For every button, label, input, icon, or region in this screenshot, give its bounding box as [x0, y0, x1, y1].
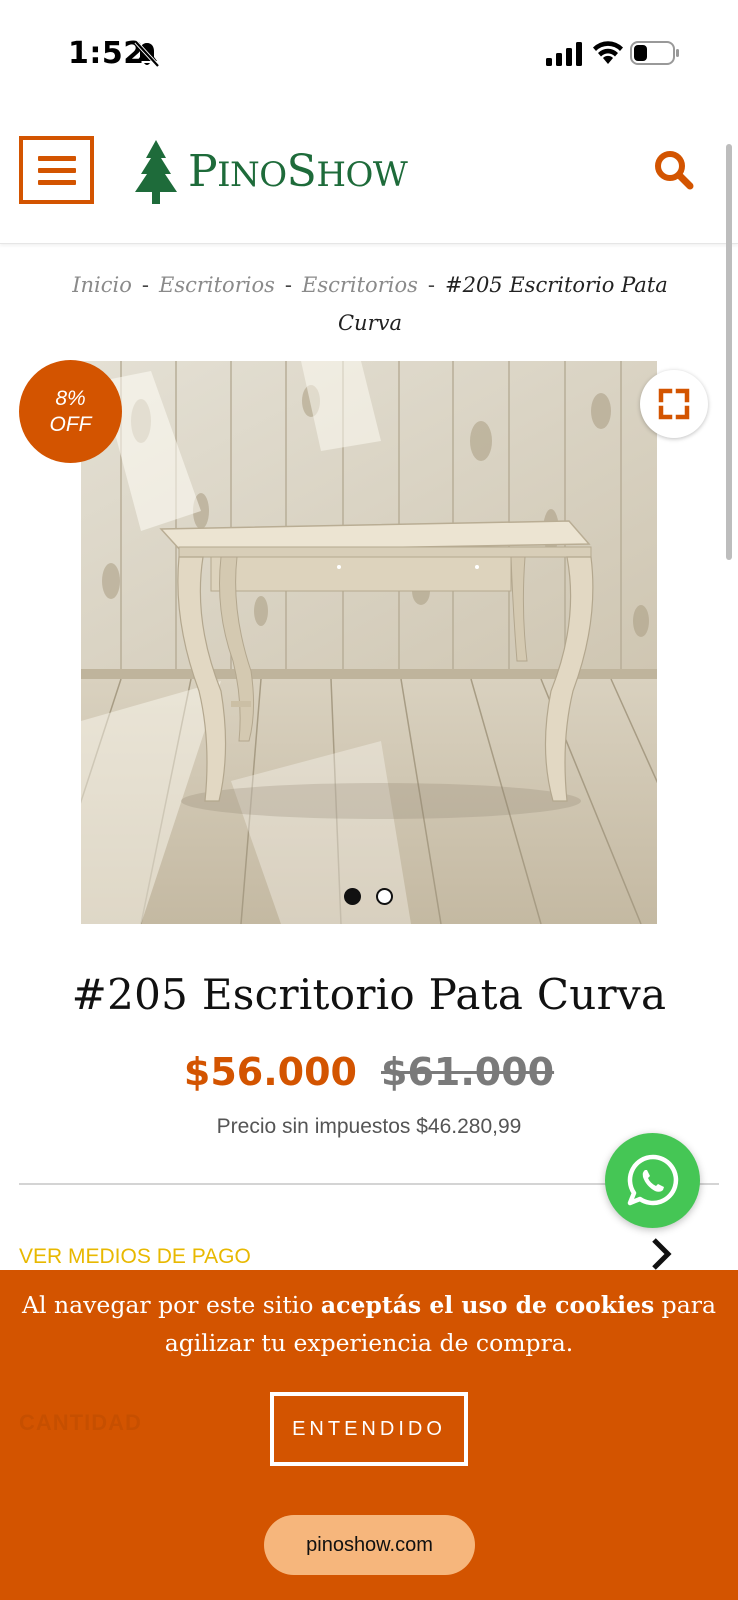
- menu-icon-bar: [37, 179, 76, 185]
- discount-percent: 8%: [55, 386, 86, 410]
- price-current: $56.000: [183, 1050, 357, 1094]
- breadcrumb-separator: -: [427, 273, 435, 297]
- breadcrumb-item-inicio[interactable]: Inicio: [72, 273, 132, 297]
- accept-cookies-button[interactable]: ENTENDIDO: [270, 1392, 468, 1466]
- pine-tree-icon: [135, 140, 177, 204]
- breadcrumb-item-escritorios[interactable]: Escritorios: [159, 273, 275, 297]
- carousel-dot-2[interactable]: [376, 888, 393, 905]
- breadcrumb: Inicio - Escritorios - Escritorios - #205 Escr…: [40, 266, 700, 342]
- whatsapp-icon: [627, 1154, 678, 1205]
- breadcrumb-separator: -: [284, 273, 292, 297]
- payment-methods-link[interactable]: VER MEDIOS DE PAGO: [19, 1245, 251, 1269]
- site-header: PINOSHOW: [0, 120, 738, 244]
- chevron-right-icon[interactable]: [648, 1236, 676, 1272]
- discount-label: OFF: [49, 412, 92, 436]
- menu-icon-bar: [37, 167, 76, 173]
- discount-badge: 8% OFF: [19, 360, 122, 463]
- menu-button[interactable]: [19, 136, 94, 204]
- carousel-dot-1[interactable]: [344, 888, 361, 905]
- quantity-label-behind: CANTIDAD: [19, 1410, 142, 1435]
- page-scrollbar[interactable]: [726, 144, 732, 560]
- cookie-banner: CANTIDAD Al navegar por este sitio acept…: [0, 1270, 738, 1600]
- menu-icon-bar: [37, 155, 76, 161]
- battery-icon: [630, 41, 679, 65]
- price-without-tax: Precio sin impuestos $46.280,99: [216, 1115, 522, 1138]
- price-original: $61.000: [381, 1050, 555, 1094]
- bell-slash-icon: [134, 40, 160, 68]
- breadcrumb-separator: -: [141, 273, 149, 297]
- fullscreen-icon[interactable]: [640, 370, 708, 438]
- price-row: $56.000 $61.000: [0, 1050, 738, 1094]
- logo-text: PINOSHOW: [188, 146, 408, 197]
- signal-icon: [546, 42, 582, 66]
- browser-url-bar[interactable]: pinoshow.com: [264, 1515, 475, 1575]
- cookie-message: Al navegar por este sitio aceptás el uso…: [22, 1291, 716, 1357]
- whatsapp-button[interactable]: [605, 1133, 700, 1228]
- wifi-icon: [593, 41, 623, 64]
- breadcrumb-item-escritorios-sub[interactable]: Escritorios: [302, 273, 418, 297]
- pinoshow-logo[interactable]: PINOSHOW: [132, 136, 452, 208]
- status-bar: 1:52: [0, 0, 738, 100]
- search-icon[interactable]: [652, 148, 696, 192]
- product-image[interactable]: [81, 361, 657, 924]
- product-title: #205 Escritorio Pata Curva: [71, 970, 667, 1019]
